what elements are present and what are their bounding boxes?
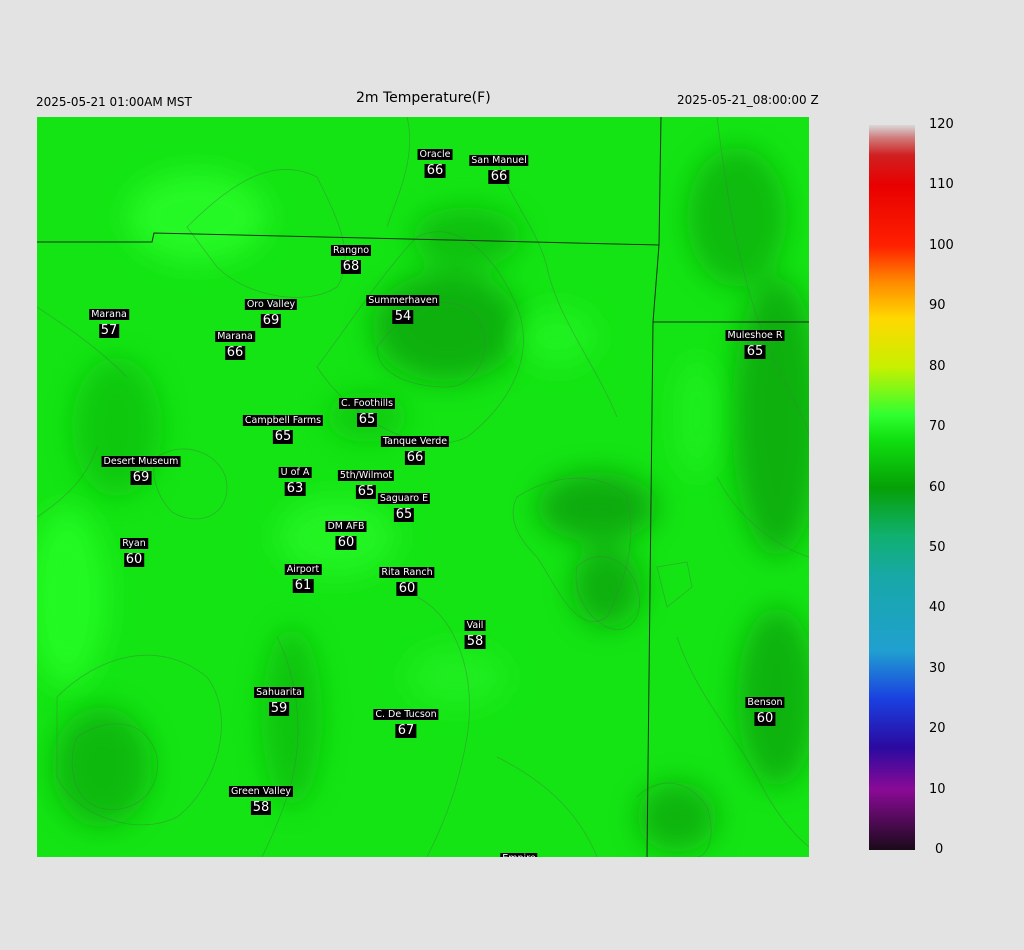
station-temperature: 61: [292, 578, 314, 593]
station-name: Tanque Verde: [380, 436, 450, 447]
station-marker: Marana 57: [89, 302, 129, 338]
colorbar-tick-label: 120: [929, 117, 954, 132]
station-temperature: 66: [404, 450, 426, 465]
station-name: DM AFB: [325, 521, 367, 532]
station-name: Marana: [215, 331, 255, 342]
station-temperature: 65: [393, 507, 415, 522]
station-temperature: 54: [392, 309, 414, 324]
colorbar-tick-label: 80: [929, 358, 946, 374]
station-name: Sahuarita: [254, 687, 304, 698]
station-name: C. De Tucson: [373, 709, 439, 720]
map-title: 2m Temperature(F): [356, 90, 491, 106]
station-marker: Tanque Verde 66: [380, 429, 450, 465]
station-marker: Green Valley 58: [228, 779, 294, 815]
colorbar-tick-label: 20: [929, 721, 946, 737]
station-name: Ryan: [120, 538, 148, 549]
station-marker: Empire: [500, 846, 538, 857]
station-name: San Manuel: [469, 155, 529, 166]
station-name: C. Foothills: [338, 398, 396, 409]
station-marker: Vail 58: [464, 613, 486, 649]
station-marker: Rita Ranch 60: [379, 560, 435, 596]
colorbar-tick-label: 30: [929, 660, 946, 676]
colorbar-tick-label: 110: [929, 177, 954, 193]
station-name: Vail: [464, 620, 486, 631]
station-name: Oracle: [417, 149, 453, 160]
station-temperature: 59: [268, 701, 290, 716]
utc-time-label: 2025-05-21_08:00:00 Z: [677, 93, 819, 107]
station-marker: Saguaro E 65: [377, 486, 431, 522]
station-temperature: 60: [335, 535, 357, 550]
station-marker: Airport 61: [284, 557, 322, 593]
station-marker: Rangno 68: [330, 238, 372, 274]
station-marker: Marana 66: [215, 324, 255, 360]
station-temperature: 65: [272, 429, 294, 444]
station-name: Summerhaven: [366, 295, 440, 306]
station-temperature: 58: [464, 634, 486, 649]
station-temperature: 67: [395, 723, 417, 738]
station-temperature: 60: [754, 711, 776, 726]
station-temperature: 60: [396, 581, 418, 596]
station-name: Muleshoe R: [725, 330, 785, 341]
station-temperature: 69: [130, 470, 152, 485]
station-marker: Sahuarita 59: [254, 680, 304, 716]
temperature-map: Oracle 66 San Manuel 66 Rangno 68 Summerhaven 5…: [37, 117, 809, 857]
station-temperature: 63: [284, 481, 306, 496]
station-temperature: 60: [123, 552, 145, 567]
colorbar-tick-label: 60: [929, 479, 946, 495]
station-temperature: 57: [98, 323, 120, 338]
temperature-colorbar: [869, 125, 915, 850]
station-name: Rangno: [330, 245, 372, 256]
station-temperature: 58: [250, 800, 272, 815]
colorbar-tick-label: 70: [929, 419, 946, 435]
station-marker: Muleshoe R 65: [725, 323, 785, 359]
colorbar-tick-label: 90: [929, 298, 946, 314]
station-marker: Oracle 66: [417, 142, 453, 178]
station-marker: Desert Museum 69: [101, 449, 181, 485]
station-marker: San Manuel 66: [469, 148, 529, 184]
colorbar-tick-label: 100: [929, 237, 954, 253]
station-name: Saguaro E: [377, 493, 431, 504]
station-marker: C. Foothills 65: [338, 391, 396, 427]
colorbar-tick-label: 40: [929, 600, 946, 616]
local-time-label: 2025-05-21 01:00AM MST: [36, 95, 192, 109]
station-temperature: 66: [224, 345, 246, 360]
station-name: Campbell Farms: [242, 415, 324, 426]
station-name: U of A: [278, 467, 312, 478]
station-marker: Ryan 60: [120, 531, 148, 567]
station-name: Benson: [745, 697, 785, 708]
station-marker: C. De Tucson 67: [373, 702, 439, 738]
station-name: Marana: [89, 309, 129, 320]
station-marker: Campbell Farms 65: [242, 408, 324, 444]
colorbar-tick-label: 0: [935, 842, 944, 857]
station-marker: Summerhaven 54: [366, 288, 440, 324]
station-marker: U of A 63: [278, 460, 312, 496]
station-marker: DM AFB 60: [325, 514, 367, 550]
station-temperature: 65: [355, 484, 377, 499]
station-name: Green Valley: [228, 786, 294, 797]
station-name: 5th/Wilmot: [337, 470, 395, 481]
station-temperature: 65: [356, 412, 378, 427]
colorbar-tick-label: 10: [929, 781, 946, 797]
station-name: Airport: [284, 564, 322, 575]
colorbar-tick-label: 50: [929, 539, 946, 555]
station-temperature: 66: [488, 169, 510, 184]
station-marker: Oro Valley 69: [244, 292, 298, 328]
station-temperature: 69: [260, 313, 282, 328]
station-temperature: 65: [744, 344, 766, 359]
station-name: Oro Valley: [244, 299, 298, 310]
station-temperature: 66: [424, 163, 446, 178]
station-temperature: 68: [340, 259, 362, 274]
station-name: Empire: [500, 853, 538, 857]
station-name: Rita Ranch: [379, 567, 435, 578]
station-marker: Benson 60: [745, 690, 785, 726]
station-name: Desert Museum: [101, 456, 181, 467]
